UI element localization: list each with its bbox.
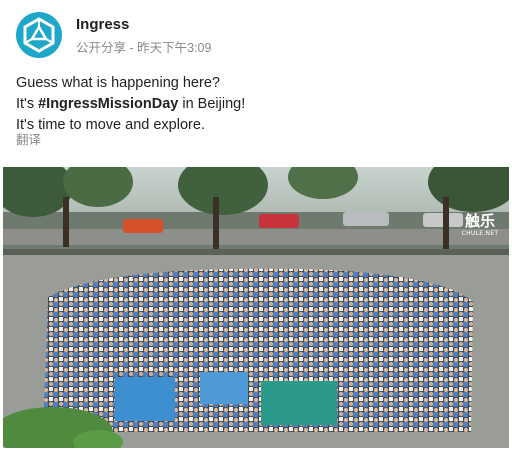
watermark-logo-text: 触乐 xyxy=(464,212,495,230)
hashtag-link[interactable]: #IngressMissionDay xyxy=(38,96,178,112)
watermark-url: CHULE.NET xyxy=(461,230,499,237)
post-meta: 公开分享 - 昨天下午3:09 xyxy=(76,37,211,56)
post-photo[interactable]: 触乐 CHULE.NET xyxy=(3,167,509,448)
meta-separator: - xyxy=(126,41,138,55)
post-line-1: Guess what is happening here? xyxy=(16,75,220,91)
author-name[interactable]: Ingress xyxy=(76,16,129,33)
post-time[interactable]: 昨天下午3:09 xyxy=(137,41,211,55)
translate-link[interactable]: 翻译 xyxy=(16,129,41,148)
post-card: Ingress 公开分享 - 昨天下午3:09 Guess what is ha… xyxy=(0,0,512,452)
ingress-logo-icon xyxy=(23,17,55,53)
group-photo-image xyxy=(3,167,509,448)
post-line-2-prefix: It's xyxy=(16,96,39,112)
post-line-3: It's time to move and explore. xyxy=(16,117,205,133)
ingress-logo-avatar[interactable] xyxy=(16,12,62,58)
visibility-label: 公开分享 xyxy=(76,41,127,55)
watermark: 触乐 CHULE.NET xyxy=(459,212,501,246)
post-header: Ingress 公开分享 - 昨天下午3:09 xyxy=(16,12,496,62)
post-body: Guess what is happening here? It's #Ingr… xyxy=(16,73,245,136)
post-line-2-suffix: in Beijing! xyxy=(178,96,246,112)
post-line-2: It's #IngressMissionDay in Beijing! xyxy=(16,94,245,115)
